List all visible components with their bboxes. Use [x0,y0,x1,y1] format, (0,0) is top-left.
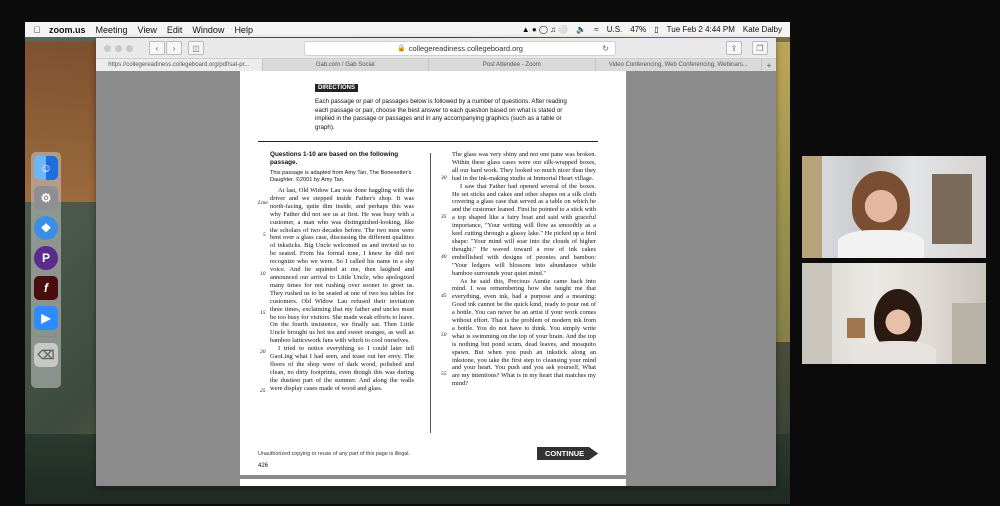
directions-label: DIRECTIONS [315,84,359,92]
system-preferences-icon[interactable]: ⚙ [34,186,58,210]
clock[interactable]: Tue Feb 2 4:44 PM [667,25,735,34]
status-icons[interactable]: ▲ ● ◯ ♫ ⚪ [522,25,569,34]
passage-source: This passage is adapted from Amy Tan, Th… [270,170,412,183]
participant-face [874,289,922,349]
menu-item-edit[interactable]: Edit [167,25,183,35]
back-button[interactable]: ‹ [149,41,165,55]
wifi-icon[interactable]: ≈ [594,25,598,34]
window-minimize-button[interactable] [115,44,122,52]
new-tab-button[interactable]: + [762,59,776,71]
line-number: 35 [441,214,447,220]
menu-item-view[interactable]: View [138,25,157,35]
forward-button[interactable]: › [166,41,182,55]
divider [258,141,598,142]
passage-paragraph: The glass was very shiny and not one pan… [452,151,596,182]
participant-shirt [838,230,924,258]
participant-shirt [860,341,936,364]
tab-zoom[interactable]: Post Attendee - Zoom [429,59,596,71]
pdf-reader-icon[interactable]: P [34,246,58,270]
dock: ☺ ⚙ ❖ P f ▶ ⌫ [31,152,61,388]
passage-paragraph: I tried to notice everything so I could … [270,345,414,392]
bookshelf [932,174,972,244]
continue-arrow: CONTINUE [537,447,599,460]
lock-icon: 🔒 [397,45,406,52]
tab-video-conferencing[interactable]: Video Conferencing, Web Conferencing, We… [596,59,762,71]
tab-gab[interactable]: Gab.com / Gab Social [263,59,429,71]
passage-right-column: The glass was very shiny and not one pan… [452,151,596,388]
column-divider [430,153,431,433]
window-zoom-button[interactable] [126,44,133,52]
address-bar[interactable]: 🔒 collegereadiness.collegeboard.org ↻ [304,40,616,56]
tabs-overview-icon[interactable]: ❐ [752,41,768,55]
wall [802,263,832,364]
next-page-edge [240,479,626,486]
passage-paragraph: I saw that Father had opened several of … [452,182,596,277]
copyright-note: Unauthorized copying or reuse of any par… [258,451,410,457]
reload-icon[interactable]: ↻ [602,44,609,53]
address-bar-text: collegereadiness.collegeboard.org [408,43,523,53]
line-number: 20 [260,349,266,355]
battery-icon[interactable]: ▯ [654,25,658,34]
tab-collegeboard[interactable]: https://collegereadiness.collegeboard.or… [96,59,263,71]
battery-percent[interactable]: 47% [630,25,646,34]
line-number: Line [258,200,268,206]
safari-icon[interactable]: ❖ [34,216,58,240]
trash-icon[interactable]: ⌫ [34,343,58,367]
browser-toolbar: ‹ › ◫ 🔒 collegereadiness.collegeboard.or… [96,38,776,59]
user-name[interactable]: Kate Dalby [743,25,782,34]
menu-item-window[interactable]: Window [192,25,224,35]
menu-item-help[interactable]: Help [234,25,253,35]
page-number: 426 [258,463,269,469]
sidebar-toggle-icon[interactable]: ◫ [188,41,204,55]
directions-text: Each passage or pair of passages below i… [315,98,567,131]
window-close-button[interactable] [104,44,111,52]
share-icon[interactable]: ⇪ [726,41,742,55]
participant-face [852,171,910,235]
finder-icon[interactable]: ☺ [34,156,58,180]
line-number: 15 [260,310,266,316]
line-number: 50 [441,332,447,338]
dock-separator [35,336,57,337]
video-tile-participant-2[interactable] [802,263,986,364]
menu-item-meeting[interactable]: Meeting [96,25,128,35]
menu-bar:  zoom.us Meeting View Edit Window Help … [25,22,790,37]
passage-left-column: Questions 1-10 are based on the followin… [270,151,414,393]
line-number: 55 [441,371,447,377]
question-header: Questions 1-10 are based on the followin… [270,151,399,166]
door-frame [802,156,822,258]
flash-icon[interactable]: f [34,276,58,300]
volume-icon[interactable]: 🔈 [576,25,586,34]
background-furniture [952,303,986,364]
line-number: 5 [263,232,266,238]
menu-app-name[interactable]: zoom.us [49,25,86,35]
picture-frame [847,318,865,338]
browser-window: ‹ › ◫ 🔒 collegereadiness.collegeboard.or… [96,38,776,486]
line-number: 25 [260,388,266,394]
line-number: 40 [441,254,447,260]
video-tile-participant-1[interactable] [802,156,986,258]
pdf-page: DIRECTIONS Each passage or pair of passa… [240,71,626,475]
zoom-icon[interactable]: ▶ [34,306,58,330]
pdf-viewer[interactable]: DIRECTIONS Each passage or pair of passa… [96,71,776,486]
apple-icon[interactable]:  [31,25,43,35]
line-number: 30 [441,175,447,181]
line-number: 10 [260,271,266,277]
desktop-screen:  zoom.us Meeting View Edit Window Help … [25,22,790,504]
passage-paragraph: At last, Old Widow Lau was done haggling… [270,187,414,345]
input-region[interactable]: U.S. [607,25,623,34]
passage-paragraph: As he said this, Precious Auntie came ba… [452,277,596,388]
line-number: 45 [441,293,447,299]
